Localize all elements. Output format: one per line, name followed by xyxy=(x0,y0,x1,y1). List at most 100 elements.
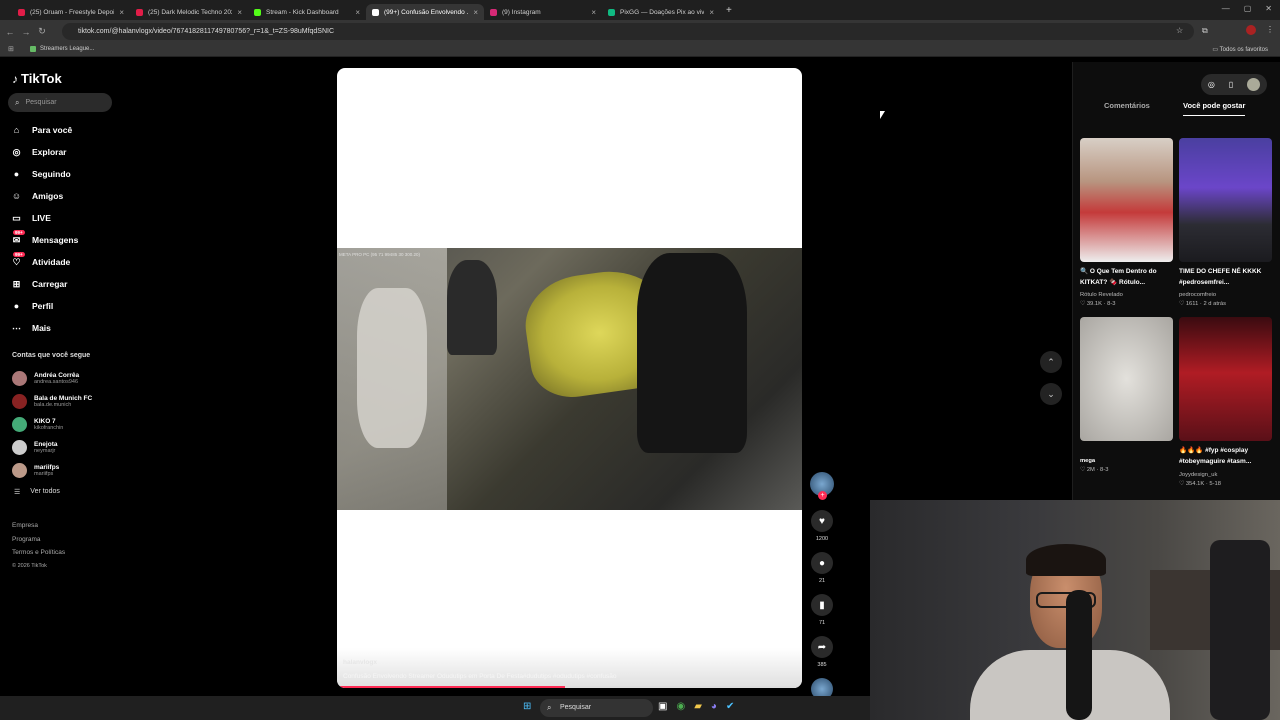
video-progress-bar[interactable] xyxy=(337,686,802,688)
nav-glyph: ⊞ xyxy=(12,278,21,289)
app-icon[interactable]: ✔ xyxy=(726,701,734,712)
close-icon[interactable]: ✕ xyxy=(1265,4,1272,13)
followed-account[interactable]: Enejota neymarjr xyxy=(12,436,92,459)
tab-close-icon[interactable]: × xyxy=(591,8,596,17)
followed-account[interactable]: mariifps mariifps xyxy=(12,459,92,482)
url-bar[interactable]: tiktok.com/@halanvlogx/video/76741828117… xyxy=(62,23,1194,40)
nav-item-live[interactable]: ▭ LIVE xyxy=(10,207,78,229)
thumb-author[interactable]: mega xyxy=(1080,457,1108,466)
messages-icon: ✉ 99+ xyxy=(10,229,25,247)
browser-tab[interactable]: (99+) Confusão Envolvendo ... × xyxy=(366,4,484,20)
reload-icon[interactable]: ↻ xyxy=(34,26,50,37)
tab-favicon-icon xyxy=(18,8,25,16)
nav-label: LIVE xyxy=(32,213,51,223)
webcam-chair xyxy=(1210,540,1270,720)
video-author[interactable]: halanvlogx xyxy=(343,659,377,666)
save-button[interactable]: ▮ xyxy=(811,594,833,616)
thumb-meta: Rótulo Revelado ♡ 39.1K · 8-3 xyxy=(1080,291,1123,307)
video-thumbnail[interactable] xyxy=(1080,138,1173,262)
footer-link-company[interactable]: Empresa xyxy=(12,519,65,533)
footer-link-terms[interactable]: Termos e Políticas xyxy=(12,546,65,560)
see-all-label: Ver todos xyxy=(30,488,60,495)
discord-icon[interactable]: ◕ xyxy=(711,701,717,712)
tab-comments[interactable]: Comentários xyxy=(1104,101,1150,110)
video-thumbnail[interactable] xyxy=(1080,317,1173,441)
bookmark-star-icon[interactable]: ☆ xyxy=(1176,26,1183,35)
nav-item-messages[interactable]: ✉ 99+ Mensagens xyxy=(10,229,78,251)
followed-account[interactable]: Bala de Munich FC bala.de.munich xyxy=(12,390,92,413)
copyright: © 2026 TikTok xyxy=(12,562,47,569)
apps-icon[interactable]: ⊞ xyxy=(8,45,14,53)
video-thumbnail[interactable] xyxy=(1179,317,1272,441)
nav-item-friends[interactable]: ☺ Amigos xyxy=(10,185,78,207)
chrome-icon[interactable]: ◉ xyxy=(676,701,685,712)
previous-video-button[interactable]: ⌃ xyxy=(1040,351,1062,373)
see-all-link[interactable]: ☰ Ver todos xyxy=(14,488,60,496)
bookmark-item[interactable]: Streamers League... xyxy=(30,46,94,52)
browser-tab[interactable]: (25) Dark Melodic Techno 2026... × xyxy=(130,4,248,20)
compass-icon[interactable]: ◎ xyxy=(1208,80,1215,89)
profile-avatar[interactable] xyxy=(1246,25,1256,35)
tab-close-icon[interactable]: × xyxy=(237,8,242,17)
footer-link-program[interactable]: Programa xyxy=(12,533,65,547)
device-icon[interactable]: ▯ xyxy=(1229,80,1233,89)
minimize-icon[interactable]: — xyxy=(1222,4,1230,13)
video-watermark: META PRO PC (95 71 99485 30 300.20) xyxy=(339,252,420,257)
browser-tab[interactable]: PixGG — Doações Pix ao vivo p... × xyxy=(602,4,720,20)
thumb-title[interactable]: 🔍 O Que Tem Dentro do KITKAT? 🍫 Rótulo..… xyxy=(1080,267,1168,288)
task-view-icon[interactable]: ▣ xyxy=(658,701,667,712)
search-input[interactable]: ⌕ Pesquisar xyxy=(8,93,112,112)
followed-account[interactable]: Andréa Corrêa andrea.santos946 xyxy=(12,367,92,390)
browser-menu-icon[interactable]: ⋮ xyxy=(1266,25,1274,34)
tab-close-icon[interactable]: × xyxy=(119,8,124,17)
new-tab-button[interactable]: + xyxy=(726,5,732,16)
tab-close-icon[interactable]: × xyxy=(473,8,478,17)
browser-tab[interactable]: (25) Oruam - Freestyle Depois ... × xyxy=(12,4,130,20)
taskbar-search[interactable]: ⌕ Pesquisar xyxy=(540,699,653,717)
logo-text: TikTok xyxy=(21,71,62,86)
nav-glyph: ✉ xyxy=(12,234,21,245)
video-frame[interactable]: META PRO PC (95 71 99485 30 300.20) xyxy=(337,248,802,510)
next-video-button[interactable]: ⌄ xyxy=(1040,383,1062,405)
followed-account[interactable]: KIKO 7 kikofranchin xyxy=(12,413,92,436)
all-favorites[interactable]: ▭ Todos os favoritos xyxy=(1212,46,1268,53)
share-button[interactable]: ➦ xyxy=(811,636,833,658)
nav-item-compass[interactable]: ◎ Explorar xyxy=(10,141,78,163)
maximize-icon[interactable]: ▢ xyxy=(1244,4,1252,13)
thumb-author[interactable]: Joyydesign_uk xyxy=(1179,471,1221,480)
windows-start-icon[interactable]: ⊞ xyxy=(523,701,531,712)
webcam-overlay xyxy=(870,500,1280,720)
like-button[interactable]: ♥ xyxy=(811,510,833,532)
video-thumbnail[interactable] xyxy=(1179,138,1272,262)
nav-item-home[interactable]: ⌂ Para você xyxy=(10,119,78,141)
nav-item-more[interactable]: ⋯ Mais xyxy=(10,317,78,339)
avatar xyxy=(12,417,27,432)
forward-icon[interactable]: → xyxy=(18,27,34,37)
tab-you-may-like[interactable]: Você pode gostar xyxy=(1183,101,1246,116)
extensions-icon[interactable]: ⧉ xyxy=(1202,26,1208,36)
browser-tab[interactable]: (9) Instagram × xyxy=(484,4,602,20)
thumb-title[interactable]: 🔥🔥🔥 #fyp #cosplay #tobeymaguire #tasm... xyxy=(1179,446,1267,467)
file-explorer-icon[interactable]: ▰ xyxy=(694,701,702,712)
tiktok-logo[interactable]: ♪ TikTok xyxy=(12,71,62,86)
nav-item-following[interactable]: ● Seguindo xyxy=(10,163,78,185)
nav-item-upload[interactable]: ⊞ Carregar xyxy=(10,273,78,295)
nav-glyph: ♡ xyxy=(12,256,21,267)
back-icon[interactable]: ← xyxy=(2,27,18,37)
thumb-meta: Joyydesign_uk ♡ 354.1K · 5-18 xyxy=(1179,471,1221,487)
nav-item-activity[interactable]: ♡ 99+ Atividade xyxy=(10,251,78,273)
tab-close-icon[interactable]: × xyxy=(709,8,714,17)
search-icon: ⌕ xyxy=(547,703,552,712)
thumb-title[interactable]: TIME DO CHEFE NÉ KKKK #pedrosemfrei... xyxy=(1179,267,1267,288)
user-avatar[interactable] xyxy=(1247,78,1261,91)
creator-avatar[interactable]: + xyxy=(810,472,834,500)
thumb-author[interactable]: Rótulo Revelado xyxy=(1080,291,1123,300)
tab-close-icon[interactable]: × xyxy=(355,8,360,17)
thumb-author[interactable]: pedrocomfreio xyxy=(1179,291,1226,300)
comment-button[interactable]: ● xyxy=(811,552,833,574)
video-player[interactable]: META PRO PC (95 71 99485 30 300.20) hala… xyxy=(337,68,802,688)
browser-tab[interactable]: Stream - Kick Dashboard × xyxy=(248,4,366,20)
action-rail: + ♥ 1200 ● 21 ▮ 71 ➦ 385 xyxy=(809,472,835,700)
follow-plus-icon[interactable]: + xyxy=(818,491,827,500)
nav-item-profile[interactable]: ● Perfil xyxy=(10,295,78,317)
